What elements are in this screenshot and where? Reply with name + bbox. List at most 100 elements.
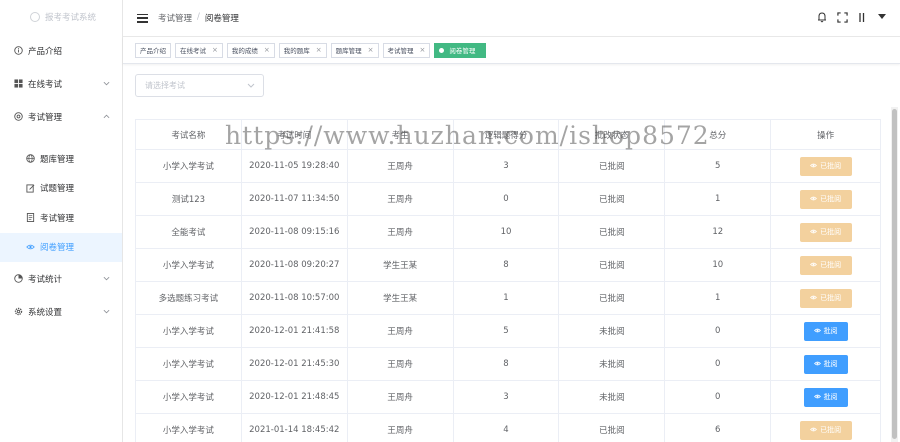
tag-marking-management[interactable]: 阅卷管理 — [434, 42, 487, 58]
sidebar-item-exam-admin[interactable]: 考试管理 — [0, 203, 122, 233]
button-label: 已批阅 — [820, 426, 842, 434]
table-cell-action: 批阅 — [771, 315, 882, 347]
sidebar-item-online-exam[interactable]: 在线考试 — [0, 67, 122, 100]
table-row: 测试123 2020-11-07 11:34:50 王周舟 0 已批阅 1 已批阅 — [136, 183, 882, 216]
table-cell-time: 2021-01-14 18:45:42 — [242, 414, 348, 442]
table-cell-name: 小学入学考试 — [136, 315, 242, 347]
reviewed-button[interactable]: 已批阅 — [799, 156, 852, 176]
header-actions — [816, 11, 888, 23]
button-label: 批阅 — [823, 360, 838, 368]
review-button[interactable]: 批阅 — [803, 387, 848, 407]
table-cell-score: 3 — [454, 381, 560, 413]
bell-icon[interactable] — [816, 11, 828, 23]
eye-icon — [813, 360, 821, 368]
exam-select[interactable]: 请选择考试 — [135, 74, 264, 97]
reviewed-button[interactable]: 已批阅 — [799, 288, 852, 308]
reviewed-button[interactable]: 已批阅 — [799, 255, 852, 275]
table-cell-student: 王周舟 — [348, 414, 454, 442]
table-cell-total: 5 — [665, 150, 772, 182]
table-cell-name: 小学入学考试 — [136, 150, 242, 182]
sidebar-item-exam-statistics[interactable]: 考试统计 — [0, 262, 122, 295]
table-cell-total: 0 — [665, 315, 772, 347]
eye-icon — [26, 243, 35, 252]
sidebar-item-label: 系统设置 — [28, 307, 63, 318]
table-cell-name: 小学入学考试 — [136, 249, 242, 281]
gear-icon — [14, 307, 23, 316]
edit-icon — [26, 184, 35, 193]
reviewed-button[interactable]: 已批阅 — [799, 420, 852, 440]
column-header: 操作 — [771, 120, 882, 149]
sidebar-item-exam-management[interactable]: 考试管理 — [0, 100, 122, 133]
sidebar-item-product-intro[interactable]: 产品介绍 — [0, 34, 122, 67]
column-header: 考生 — [348, 120, 454, 149]
hamburger-icon[interactable] — [137, 13, 148, 23]
table-row: 小学入学考试 2021-01-14 18:45:42 王周舟 4 已批阅 6 已批阅 — [136, 414, 882, 442]
sidebar-item-question-management[interactable]: 试题管理 — [0, 174, 122, 204]
tags-view: 产品介绍 在线考试 × 我的成绩 × 我的题库 × 题库管理 × 考试管理 × 阅卷管理 — [123, 37, 900, 64]
sidebar-item-question-bank[interactable]: 题库管理 — [0, 144, 122, 174]
tag-label: 我的成绩 — [231, 47, 258, 55]
tag-label: 考试管理 — [387, 47, 414, 55]
pie-chart-icon — [14, 274, 23, 283]
breadcrumb-item[interactable]: 考试管理 — [158, 12, 192, 24]
table-cell-action: 已批阅 — [771, 183, 882, 215]
marking-table: 考试名称 考试时间 考生 逻辑题得分 批改状态 总分 操作 小学入学考试 2020… — [135, 119, 882, 442]
active-dot-icon — [439, 47, 445, 53]
review-button[interactable]: 批阅 — [803, 321, 848, 341]
tag-label: 在线考试 — [180, 47, 206, 55]
caret-down-icon[interactable] — [876, 11, 888, 23]
vertical-scrollbar[interactable] — [891, 107, 898, 442]
tag-my-question-bank[interactable]: 我的题库 × — [278, 42, 327, 58]
document-icon — [26, 213, 35, 223]
tag-label: 我的题库 — [283, 47, 310, 55]
chevron-down-icon — [103, 275, 110, 283]
tag-exam-management[interactable]: 考试管理 × — [382, 42, 431, 58]
tag-my-scores[interactable]: 我的成绩 × — [226, 42, 275, 58]
sidebar-item-marking-management[interactable]: 阅卷管理 — [0, 232, 122, 262]
scrollbar-thumb[interactable] — [892, 109, 897, 439]
grid-icon — [14, 79, 23, 88]
table-cell-time: 2020-11-05 19:28:40 — [242, 150, 348, 182]
table-cell-total: 0 — [665, 381, 772, 413]
close-icon[interactable]: × — [368, 46, 374, 54]
tag-label: 产品介绍 — [140, 47, 166, 55]
eye-icon — [810, 228, 818, 236]
table-cell-student: 王周舟 — [348, 183, 454, 215]
breadcrumb-separator: / — [197, 12, 200, 22]
table-cell-name: 小学入学考试 — [136, 348, 242, 380]
table-cell-total: 1 — [665, 183, 772, 215]
table-cell-action: 已批阅 — [771, 150, 882, 182]
close-icon[interactable]: × — [212, 46, 218, 54]
size-icon[interactable] — [856, 11, 868, 23]
table-cell-status: 已批阅 — [559, 216, 666, 248]
table-cell-status: 未批阅 — [559, 315, 666, 347]
table-cell-time: 2020-12-01 21:45:30 — [242, 348, 348, 380]
fullscreen-icon[interactable] — [836, 11, 848, 23]
tag-product-intro[interactable]: 产品介绍 — [135, 42, 171, 58]
column-header: 考试时间 — [242, 120, 348, 149]
table-cell-student: 王周舟 — [348, 150, 454, 182]
settings-icon — [14, 112, 23, 121]
reviewed-button[interactable]: 已批阅 — [799, 189, 852, 209]
tag-question-bank-management[interactable]: 题库管理 × — [330, 42, 379, 58]
table-row: 小学入学考试 2020-11-08 09:20:27 学生王某 8 已批阅 10 已批阅 — [136, 249, 882, 282]
table-cell-name: 多选题练习考试 — [136, 282, 242, 314]
info-circle-icon — [14, 46, 23, 55]
reviewed-button[interactable]: 已批阅 — [799, 222, 852, 242]
review-button[interactable]: 批阅 — [803, 354, 848, 374]
table-cell-student: 王周舟 — [348, 315, 454, 347]
close-icon[interactable]: × — [420, 46, 426, 54]
tag-online-exam[interactable]: 在线考试 × — [175, 42, 223, 58]
table-cell-time: 2020-12-01 21:48:45 — [242, 381, 348, 413]
sidebar-item-label: 在线考试 — [28, 79, 63, 90]
sidebar-item-system-settings[interactable]: 系统设置 — [0, 295, 122, 328]
close-icon[interactable]: × — [316, 46, 322, 54]
sidebar: 报考考试系统 产品介绍 在线考试 考试管理 题库管理 试题管理 考试管理 阅卷管… — [0, 0, 123, 442]
eye-icon — [810, 294, 818, 302]
sidebar-item-label: 考试管理 — [28, 112, 63, 123]
close-icon[interactable]: × — [264, 46, 270, 54]
chevron-up-icon — [103, 113, 110, 121]
table-row: 小学入学考试 2020-12-01 21:45:30 王周舟 8 未批阅 0 批阅 — [136, 348, 882, 381]
chevron-down-icon — [103, 80, 110, 88]
eye-icon — [810, 261, 818, 269]
